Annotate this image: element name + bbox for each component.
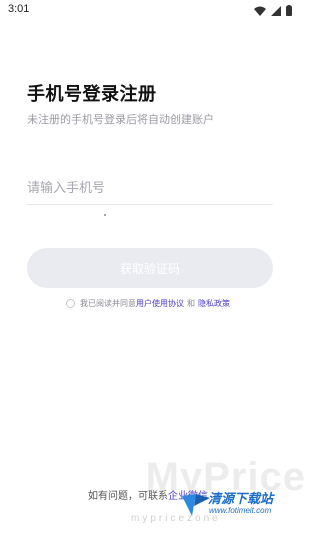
agreement-row: 我已阅读并同意 用户使用协议 和 隐私政策 xyxy=(66,298,230,309)
site-logo-text: 清源下载站 xyxy=(208,492,274,507)
page-title: 手机号登录注册 xyxy=(27,84,157,105)
agreement-and: 和 xyxy=(187,299,195,308)
wifi-icon xyxy=(254,6,266,16)
get-code-button[interactable]: 获取验证码 xyxy=(27,248,273,288)
page-subtitle: 未注册的手机号登录后将自动创建账户 xyxy=(27,113,214,126)
contact-prefix: 如有问题，可联系 xyxy=(88,491,168,502)
battery-icon xyxy=(286,5,292,16)
phone-input[interactable] xyxy=(27,173,273,205)
site-logo-icon xyxy=(182,494,210,516)
status-time: 3:01 xyxy=(8,3,30,15)
agreement-checkbox[interactable] xyxy=(66,299,75,308)
signal-icon xyxy=(271,5,281,16)
status-bar: 3:01 xyxy=(0,0,300,22)
site-logo-url: www.fotimeit.com xyxy=(209,506,272,515)
decorative-dot xyxy=(104,214,106,216)
privacy-policy-link[interactable]: 隐私政策 xyxy=(198,298,230,309)
agreement-prefix: 我已阅读并同意 xyxy=(80,299,136,308)
status-icons xyxy=(254,5,292,16)
user-agreement-link[interactable]: 用户使用协议 xyxy=(136,298,184,309)
